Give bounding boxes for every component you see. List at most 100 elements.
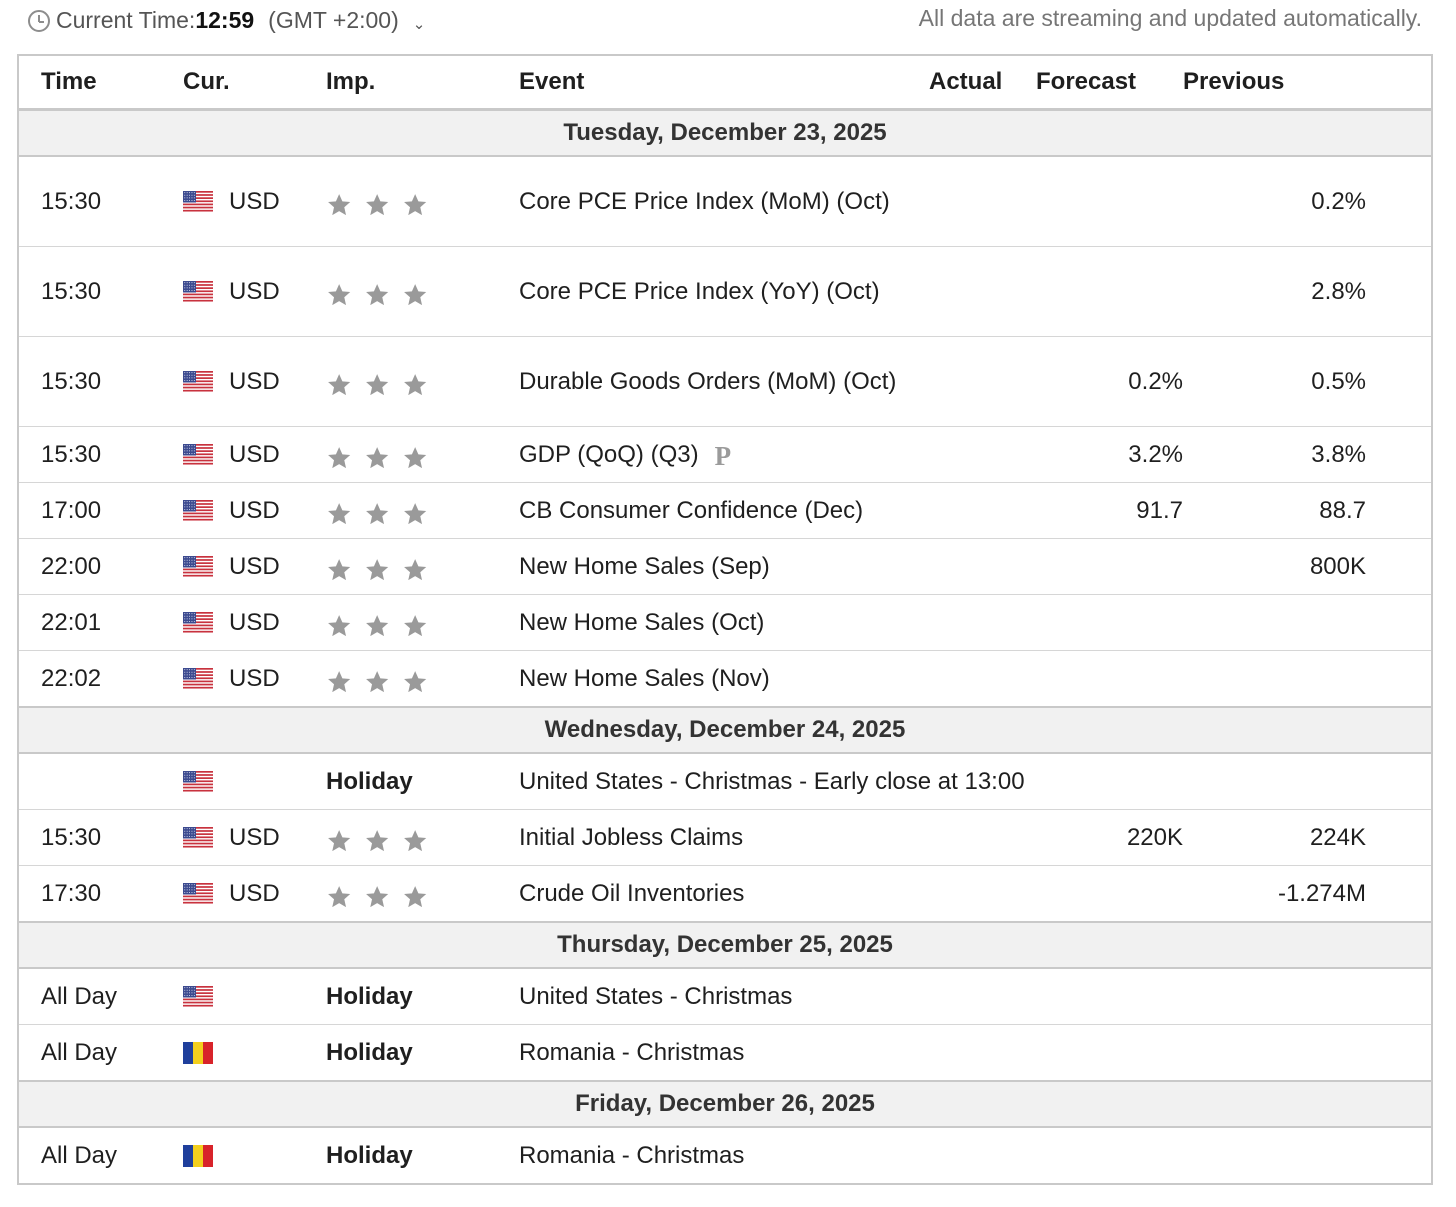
currency-code: USD	[229, 277, 280, 305]
previous-value: 224K	[1183, 809, 1366, 866]
event-row[interactable]: All Day Holiday Romania - Christmas	[18, 1024, 1432, 1082]
event-cell: United States - Christmas	[519, 968, 1183, 1025]
calendar-body: Tuesday, December 23, 2025 15:30 USD Core P…	[18, 108, 1432, 1185]
previous-value: 800K	[1183, 538, 1366, 595]
event-name[interactable]: New Home Sales (Oct)	[519, 609, 764, 636]
event-row[interactable]: 15:30 USD Initial Jobless Claims 220K 224K	[18, 809, 1432, 866]
current-time-label: Current Time:	[56, 7, 196, 33]
previous-value	[1183, 1024, 1366, 1082]
event-name[interactable]: New Home Sales (Nov)	[519, 665, 770, 692]
forecast-value	[1036, 865, 1183, 923]
importance-holiday: Holiday	[326, 1127, 519, 1185]
event-row[interactable]: All Day Holiday United States - Christmas	[18, 968, 1432, 1025]
col-header-currency[interactable]: Cur.	[183, 55, 326, 111]
col-header-importance[interactable]: Imp.	[326, 55, 519, 111]
top-bar: Current Time: 12:59 (GMT +2:00) ⌄ All da…	[0, 0, 1456, 54]
importance-stars-icon	[326, 279, 430, 306]
streaming-note: All data are streaming and updated autom…	[918, 5, 1422, 31]
importance-stars-icon	[326, 498, 430, 525]
event-time: 15:30	[18, 246, 183, 337]
event-row[interactable]: 15:30 USD GDP (QoQ) (Q3) P 3.2% 3.8%	[18, 426, 1432, 483]
day-date: Friday, December 26, 2025	[18, 1080, 1432, 1128]
event-name[interactable]: New Home Sales (Sep)	[519, 553, 770, 580]
currency-cell: USD	[183, 156, 326, 247]
us-flag-icon	[183, 281, 213, 304]
actual-value	[929, 650, 1036, 708]
col-header-time[interactable]: Time	[18, 55, 183, 111]
row-spacer	[1366, 753, 1432, 810]
row-spacer	[1366, 594, 1432, 651]
event-row[interactable]: All Day Holiday Romania - Christmas	[18, 1127, 1432, 1185]
us-flag-icon	[183, 500, 213, 523]
event-row[interactable]: 17:00 USD CB Consumer Confidence (Dec) 91.7…	[18, 482, 1432, 539]
actual-value	[929, 594, 1036, 651]
col-header-forecast[interactable]: Forecast	[1036, 55, 1183, 111]
event-name[interactable]: Initial Jobless Claims	[519, 824, 743, 851]
event-time: All Day	[18, 1024, 183, 1082]
col-header-event[interactable]: Event	[519, 55, 929, 111]
previous-value	[1183, 753, 1366, 810]
event-row[interactable]: 17:30 USD Crude Oil Inventories -1.274M	[18, 865, 1432, 923]
chevron-down-icon[interactable]: ⌄	[413, 15, 426, 33]
event-name[interactable]: Crude Oil Inventories	[519, 880, 744, 907]
event-name[interactable]: Romania - Christmas	[519, 1039, 744, 1066]
event-cell: New Home Sales (Oct)	[519, 594, 929, 651]
event-row[interactable]: 22:00 USD New Home Sales (Sep) 800K	[18, 538, 1432, 595]
us-flag-icon	[183, 556, 213, 579]
day-date: Wednesday, December 24, 2025	[18, 706, 1432, 754]
col-header-actual[interactable]: Actual	[929, 55, 1036, 111]
timezone-selector[interactable]: Current Time: 12:59 (GMT +2:00) ⌄	[28, 7, 425, 34]
event-name[interactable]: GDP (QoQ) (Q3)	[519, 441, 699, 468]
row-spacer	[1366, 1024, 1432, 1082]
event-row[interactable]: 22:02 USD New Home Sales (Nov)	[18, 650, 1432, 708]
currency-code: USD	[229, 187, 280, 215]
currency-cell: USD	[183, 594, 326, 651]
event-time: 17:00	[18, 482, 183, 539]
event-row[interactable]: 22:01 USD New Home Sales (Oct)	[18, 594, 1432, 651]
forecast-value	[1036, 594, 1183, 651]
us-flag-icon	[183, 883, 213, 906]
importance-stars-icon	[326, 666, 430, 693]
event-row[interactable]: Holiday United States - Christmas - Early…	[18, 753, 1432, 810]
event-cell: United States - Christmas - Early close …	[519, 753, 1183, 810]
us-flag-icon	[183, 612, 213, 635]
importance-stars-icon	[326, 189, 430, 216]
event-name[interactable]: CB Consumer Confidence (Dec)	[519, 497, 863, 524]
previous-value	[1183, 968, 1366, 1025]
row-spacer	[1366, 650, 1432, 708]
table-header-row: Time Cur. Imp. Event Actual Forecast Pre…	[18, 55, 1432, 111]
romania-flag-icon	[183, 1145, 213, 1168]
col-header-previous[interactable]: Previous	[1183, 55, 1366, 111]
previous-value	[1183, 594, 1366, 651]
forecast-value: 0.2%	[1036, 336, 1183, 427]
current-time: 12:59	[195, 7, 255, 33]
currency-cell: USD	[183, 538, 326, 595]
importance-stars-icon	[326, 554, 430, 581]
previous-value: 0.5%	[1183, 336, 1366, 427]
row-spacer	[1366, 156, 1432, 247]
event-name[interactable]: Core PCE Price Index (MoM) (Oct)	[519, 188, 890, 215]
actual-value	[929, 538, 1036, 595]
event-cell: Romania - Christmas	[519, 1024, 1183, 1082]
economic-calendar-table: Time Cur. Imp. Event Actual Forecast Pre…	[17, 54, 1433, 1185]
forecast-value	[1036, 246, 1183, 337]
row-spacer	[1366, 482, 1432, 539]
currency-code: USD	[229, 823, 280, 851]
event-row[interactable]: 15:30 USD Durable Goods Orders (MoM) (Oct)…	[18, 336, 1432, 427]
currency-cell: USD	[183, 865, 326, 923]
event-name[interactable]: Romania - Christmas	[519, 1142, 744, 1169]
actual-value	[929, 426, 1036, 483]
forecast-value	[1036, 156, 1183, 247]
event-name[interactable]: United States - Christmas	[519, 983, 792, 1010]
row-spacer	[1366, 426, 1432, 483]
event-name[interactable]: Core PCE Price Index (YoY) (Oct)	[519, 278, 880, 305]
event-name[interactable]: Durable Goods Orders (MoM) (Oct)	[519, 368, 896, 395]
preliminary-icon: P	[714, 440, 732, 471]
event-row[interactable]: 15:30 USD Core PCE Price Index (MoM) (Oct)…	[18, 156, 1432, 247]
forecast-value: 91.7	[1036, 482, 1183, 539]
day-date: Tuesday, December 23, 2025	[18, 108, 1432, 157]
event-name[interactable]: United States - Christmas - Early close …	[519, 768, 1025, 795]
event-row[interactable]: 15:30 USD Core PCE Price Index (YoY) (Oct)…	[18, 246, 1432, 337]
event-cell: Core PCE Price Index (MoM) (Oct)	[519, 156, 929, 247]
us-flag-icon	[183, 371, 213, 394]
